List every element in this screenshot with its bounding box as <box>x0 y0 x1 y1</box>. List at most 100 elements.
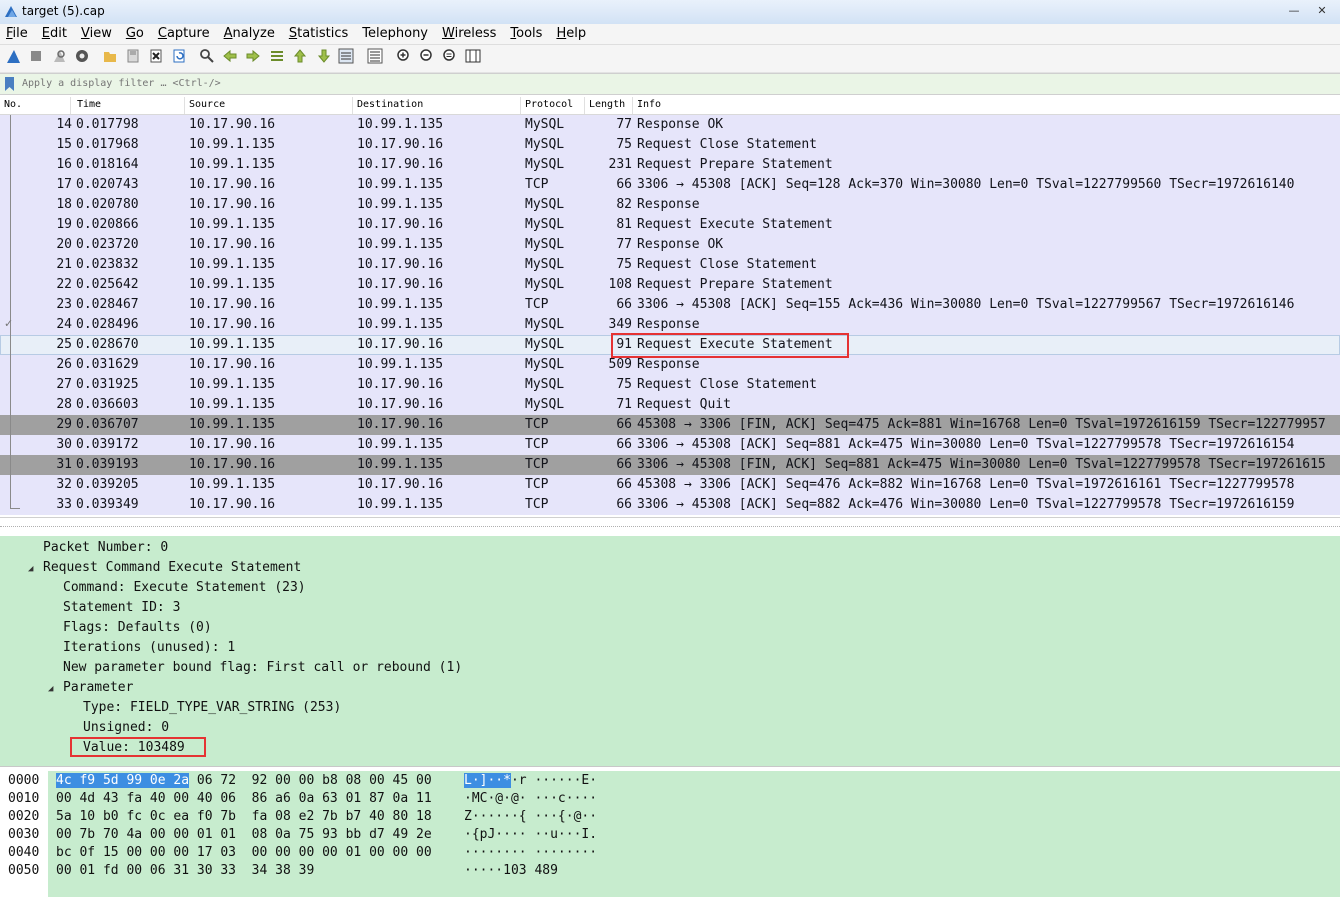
stop-button[interactable] <box>27 49 45 67</box>
save-file-button[interactable] <box>124 49 142 67</box>
zoom-normal-button[interactable] <box>441 49 459 67</box>
packet-time: 0.020780 <box>76 197 139 212</box>
packet-length: 75 <box>616 257 632 272</box>
menu-file[interactable]: File <box>0 24 36 44</box>
packet-row[interactable]: 21 0.023832 10.99.1.135 10.17.90.16 MySQL 75 R… <box>0 255 1340 275</box>
packet-row[interactable]: 23 0.028467 10.17.90.16 10.99.1.135 TCP 66 330… <box>0 295 1340 315</box>
detail-item[interactable]: Type: FIELD_TYPE_VAR_STRING (253) <box>83 700 341 715</box>
packet-row[interactable]: 31 0.039193 10.17.90.16 10.99.1.135 TCP 66 330… <box>0 455 1340 475</box>
autoscroll-button[interactable] <box>337 48 355 67</box>
column-info[interactable]: Info <box>637 99 661 110</box>
column-time[interactable]: Time <box>77 99 101 110</box>
packet-row[interactable]: 27 0.031925 10.99.1.135 10.17.90.16 MySQL 75 R… <box>0 375 1340 395</box>
hex-bytes[interactable]: 4c f9 5d 99 0e 2a 06 72 92 00 00 b8 08 0… <box>56 773 432 788</box>
hex-bytes[interactable]: 00 4d 43 fa 40 00 40 06 86 a6 0a 63 01 8… <box>56 791 432 806</box>
menu-view[interactable]: View <box>75 24 120 44</box>
column-protocol[interactable]: Protocol <box>525 99 573 110</box>
close-window-button[interactable]: ✕ <box>1310 3 1334 19</box>
zoom-in-button[interactable] <box>395 49 413 67</box>
detail-item[interactable]: Flags: Defaults (0) <box>63 620 212 635</box>
packet-row[interactable]: 24 0.028496 10.17.90.16 10.99.1.135 MySQL 349… <box>0 315 1340 335</box>
menu-wireless[interactable]: Wireless <box>436 24 504 44</box>
ascii-bytes[interactable]: L·]··*·r ······E· <box>464 773 597 788</box>
packet-row[interactable]: 29 0.036707 10.99.1.135 10.17.90.16 TCP 66 453… <box>0 415 1340 435</box>
menu-label-rest: elp <box>566 26 587 41</box>
detail-item[interactable]: Packet Number: 0 <box>43 540 168 555</box>
ascii-bytes[interactable]: ·{pJ···· ··u···I. <box>464 827 597 842</box>
packet-row[interactable]: 18 0.020780 10.17.90.16 10.99.1.135 MySQL 82 R… <box>0 195 1340 215</box>
filter-bookmark-icon[interactable] <box>3 76 17 92</box>
expanded-arrow-icon[interactable]: ◢ <box>28 564 33 574</box>
packet-source: 10.17.90.16 <box>189 197 276 212</box>
shark-fin-start-button[interactable] <box>4 49 22 67</box>
packet-row[interactable]: 26 0.031629 10.17.90.16 10.99.1.135 MySQL 509… <box>0 355 1340 375</box>
hex-bytes[interactable]: 00 01 fd 00 06 31 30 33 34 38 39 <box>56 863 314 878</box>
packet-info: Response <box>637 317 700 332</box>
resize-columns-button[interactable] <box>464 49 482 67</box>
reload-file-button[interactable] <box>170 49 188 67</box>
menu-edit[interactable]: Edit <box>36 24 75 44</box>
column-length[interactable]: Length <box>589 99 625 110</box>
menu-label-rest: iew <box>89 26 112 41</box>
zoom-out-button[interactable] <box>418 49 436 67</box>
column-no[interactable]: No. <box>4 99 22 110</box>
find-packet-button[interactable] <box>198 49 216 67</box>
restart-button[interactable] <box>50 49 68 67</box>
capture-options-button[interactable] <box>73 49 91 67</box>
detail-item[interactable]: Iterations (unused): 1 <box>63 640 235 655</box>
go-forward-button[interactable] <box>244 49 262 67</box>
packet-source: 10.99.1.135 <box>189 417 276 432</box>
menu-telephony[interactable]: Telephony <box>356 24 436 44</box>
detail-item[interactable]: New parameter bound flag: First call or … <box>63 660 462 675</box>
hex-bytes[interactable]: 5a 10 b0 fc 0c ea f0 7b fa 08 e2 7b b7 4… <box>56 809 432 824</box>
packet-row[interactable]: 20 0.023720 10.17.90.16 10.99.1.135 MySQL 77 R… <box>0 235 1340 255</box>
packet-row[interactable]: 22 0.025642 10.99.1.135 10.17.90.16 MySQL 108… <box>0 275 1340 295</box>
menu-help[interactable]: Help <box>550 24 594 44</box>
packet-row[interactable]: 30 0.039172 10.17.90.16 10.99.1.135 TCP 66 330… <box>0 435 1340 455</box>
minimize-button[interactable]: — <box>1282 3 1306 19</box>
menu-go[interactable]: Go <box>120 24 152 44</box>
ascii-bytes-text: ········ ········ <box>464 845 598 860</box>
ascii-bytes[interactable]: ·····103 489 <box>464 863 558 878</box>
packet-row[interactable]: 28 0.036603 10.99.1.135 10.17.90.16 MySQL 71 R… <box>0 395 1340 415</box>
packet-length: 77 <box>616 117 632 132</box>
byte-offset: 0000 <box>8 773 40 788</box>
packet-row[interactable]: 15 0.017968 10.99.1.135 10.17.90.16 MySQL 75 R… <box>0 135 1340 155</box>
pane-splitter[interactable] <box>0 517 1340 536</box>
go-first-button[interactable] <box>291 49 309 67</box>
go-to-packet-button[interactable] <box>268 49 286 67</box>
close-file-button[interactable] <box>147 49 165 67</box>
menu-tools[interactable]: Tools <box>504 24 550 44</box>
go-back-button[interactable] <box>221 49 239 67</box>
column-destination[interactable]: Destination <box>357 99 423 110</box>
packet-row[interactable]: 19 0.020866 10.99.1.135 10.17.90.16 MySQL 81 R… <box>0 215 1340 235</box>
packet-row[interactable]: 33 0.039349 10.17.90.16 10.99.1.135 TCP 66 330… <box>0 495 1340 515</box>
packet-row[interactable]: 17 0.020743 10.17.90.16 10.99.1.135 TCP 66 330… <box>0 175 1340 195</box>
ascii-bytes[interactable]: Z······{ ···{·@·· <box>464 809 597 824</box>
packet-row[interactable]: 14 0.017798 10.17.90.16 10.99.1.135 MySQL 77 R… <box>0 115 1340 135</box>
detail-item[interactable]: Request Command Execute Statement <box>43 560 301 575</box>
menu-mnemonic: H <box>556 26 567 41</box>
menu-analyze[interactable]: Analyze <box>218 24 283 44</box>
packet-protocol: MySQL <box>525 197 565 212</box>
open-file-button[interactable] <box>101 49 119 67</box>
go-last-button[interactable] <box>315 49 333 67</box>
ascii-bytes[interactable]: ·MC·@·@· ···c···· <box>464 791 597 806</box>
ascii-bytes-text: ·····103 489 <box>464 863 558 878</box>
packet-destination: 10.17.90.16 <box>357 217 444 232</box>
packet-row[interactable]: 32 0.039205 10.99.1.135 10.17.90.16 TCP 66 453… <box>0 475 1340 495</box>
hex-bytes[interactable]: 00 7b 70 4a 00 00 01 01 08 0a 75 93 bb d… <box>56 827 432 842</box>
column-source[interactable]: Source <box>189 99 225 110</box>
colorize-button[interactable] <box>366 48 384 67</box>
ascii-bytes[interactable]: ········ ········ <box>464 845 597 860</box>
expanded-arrow-icon[interactable]: ◢ <box>48 684 53 694</box>
detail-item[interactable]: Statement ID: 3 <box>63 600 180 615</box>
display-filter-input[interactable] <box>20 75 1334 91</box>
detail-item[interactable]: Unsigned: 0 <box>83 720 169 735</box>
hex-bytes[interactable]: bc 0f 15 00 00 00 17 03 00 00 00 00 01 0… <box>56 845 432 860</box>
detail-item[interactable]: Parameter <box>63 680 133 695</box>
packet-row[interactable]: 16 0.018164 10.99.1.135 10.17.90.16 MySQL 231… <box>0 155 1340 175</box>
menu-capture[interactable]: Capture <box>152 24 218 44</box>
detail-item[interactable]: Command: Execute Statement (23) <box>63 580 306 595</box>
menu-statistics[interactable]: Statistics <box>283 24 356 44</box>
